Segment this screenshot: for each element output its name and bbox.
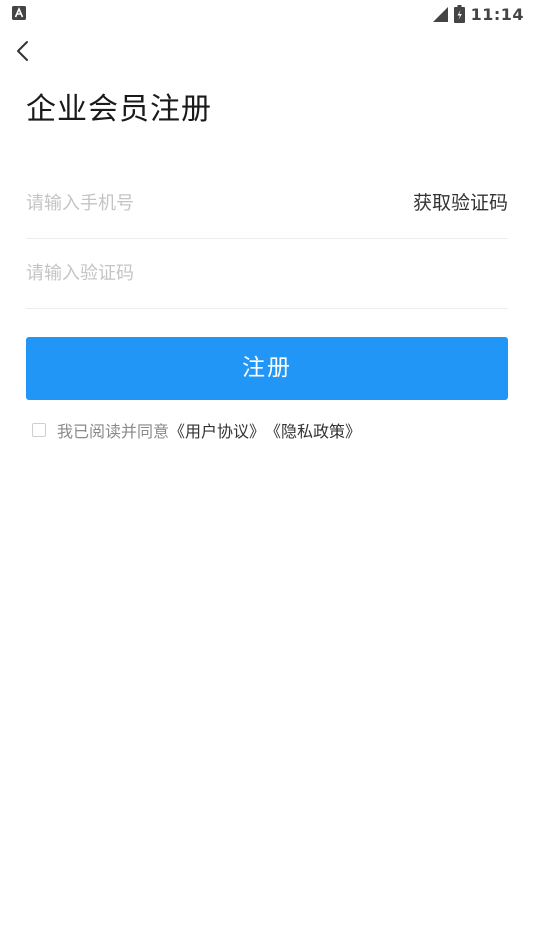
status-right: 11:14 [432, 3, 524, 25]
get-code-button[interactable]: 获取验证码 [413, 169, 508, 238]
agree-checkbox[interactable] [32, 423, 46, 437]
phone-input[interactable] [26, 169, 386, 238]
code-row [26, 239, 508, 309]
agreement-text: 我已阅读并同意 [57, 422, 170, 441]
agreement-row: 我已阅读并同意 《用户协议》 《隐私政策》 [32, 418, 361, 442]
privacy-policy-link[interactable]: 《隐私政策》 [265, 418, 361, 442]
verification-code-input[interactable] [26, 239, 508, 308]
notification-app-icon [12, 6, 26, 20]
signal-icon [432, 6, 448, 22]
chevron-left-icon [17, 41, 28, 61]
back-button[interactable] [12, 37, 36, 65]
page-title: 企业会员注册 [26, 92, 212, 127]
phone-row: 获取验证码 [26, 169, 508, 239]
status-bar: 11:14 [0, 0, 534, 28]
register-button[interactable]: 注册 [26, 337, 508, 400]
user-agreement-link[interactable]: 《用户协议》 [169, 418, 265, 442]
status-time: 11:14 [470, 4, 524, 24]
battery-icon [453, 5, 465, 23]
